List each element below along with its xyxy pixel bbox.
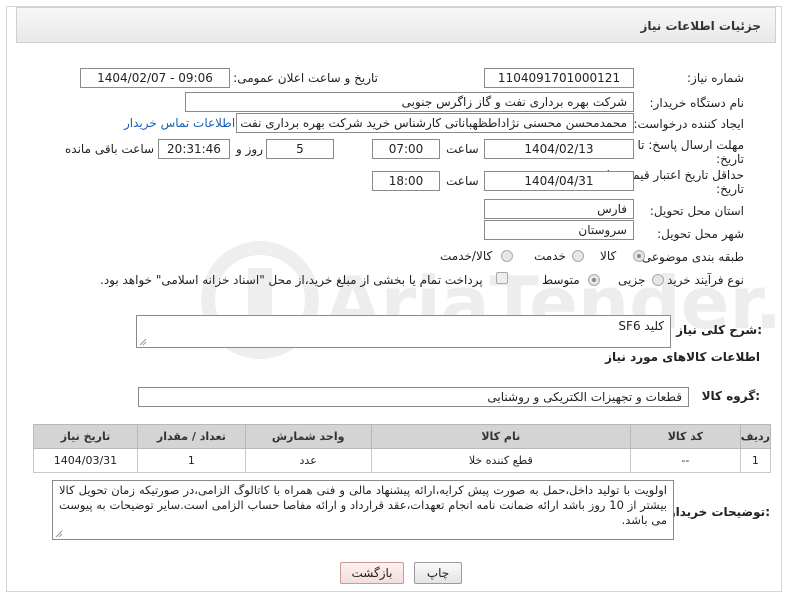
deadline-label: مهلت ارسال پاسخ: تا تاریخ: bbox=[637, 138, 744, 166]
validity-date-field[interactable]: 1404/04/31 bbox=[484, 171, 634, 191]
col-header-row: ردیف bbox=[739, 424, 772, 449]
col-header-unit: واحد شمارش bbox=[244, 424, 372, 449]
cell-name: قطع کننده خلا bbox=[370, 448, 632, 473]
goods-group-field[interactable]: قطعات و تجهیزات الکتریکی و روشنایی bbox=[138, 387, 689, 407]
category-option-service: خدمت bbox=[534, 249, 566, 263]
process-radio-minor[interactable] bbox=[652, 274, 664, 286]
goods-group-label: گروه کالا: bbox=[701, 389, 760, 403]
need-number-field[interactable]: 1104091701000121 bbox=[484, 68, 634, 88]
resize-grip-icon[interactable] bbox=[139, 338, 147, 346]
cell-code: -- bbox=[630, 448, 741, 473]
process-radio-medium[interactable] bbox=[588, 274, 600, 286]
city-label: شهر محل تحویل: bbox=[657, 227, 744, 241]
category-option-goods: کالا bbox=[600, 249, 617, 263]
announce-label: تاریخ و ساعت اعلان عمومی: bbox=[233, 71, 378, 85]
buyer-notes-label: توضیحات خریدار: bbox=[668, 505, 770, 519]
cell-row: 1 bbox=[739, 448, 772, 473]
resize-grip-icon[interactable] bbox=[55, 530, 63, 538]
col-header-qty: تعداد / مقدار bbox=[136, 424, 246, 449]
col-header-date: تاریخ نیاز bbox=[33, 424, 138, 449]
buyer-org-label: نام دستگاه خریدار: bbox=[649, 96, 745, 110]
validity-time-label: ساعت bbox=[446, 174, 479, 188]
category-radio-goods[interactable] bbox=[633, 250, 645, 262]
back-button[interactable]: بازگشت bbox=[340, 562, 404, 584]
category-radio-goods-service[interactable] bbox=[501, 250, 513, 262]
process-option-medium: متوسط bbox=[542, 273, 580, 287]
creator-field[interactable]: محمدمحسن محسنی نژاداطظهباناتی کارشناس خر… bbox=[236, 113, 634, 133]
goods-table-header-row: ردیف کد کالا نام کالا واحد شمارش تعداد /… bbox=[33, 424, 772, 449]
buyer-org-field[interactable]: شرکت بهره برداری نفت و گاز زاگرس جنوبی bbox=[185, 92, 634, 112]
remaining-label: ساعت باقی مانده bbox=[65, 142, 155, 156]
description-textarea[interactable]: کلید SF6 bbox=[136, 315, 671, 348]
col-header-name: نام کالا bbox=[370, 424, 632, 449]
payment-note: پرداخت تمام یا بخشی از مبلغ خرید،از محل … bbox=[100, 273, 483, 287]
cell-qty: 1 bbox=[136, 448, 246, 473]
remaining-time-field[interactable]: 20:31:46 bbox=[158, 139, 230, 159]
validity-time-field[interactable]: 18:00 bbox=[372, 171, 440, 191]
announce-datetime-field[interactable]: 1404/02/07 - 09:06 bbox=[80, 68, 230, 88]
buyer-notes-text: اولویت با تولید داخل،حمل به صورت پیش کرا… bbox=[59, 483, 667, 527]
category-label: طبقه بندی موضوعی: bbox=[637, 250, 744, 264]
buyer-notes-textarea[interactable]: اولویت با تولید داخل،حمل به صورت پیش کرا… bbox=[52, 480, 674, 540]
goods-table: ردیف کد کالا نام کالا واحد شمارش تعداد /… bbox=[33, 424, 772, 473]
process-label: نوع فرآیند خرید : bbox=[659, 273, 744, 287]
goods-section-title: اطلاعات کالاهای مورد نیاز bbox=[605, 350, 760, 364]
process-option-minor: جزیی bbox=[618, 273, 646, 287]
cell-unit: عدد bbox=[244, 448, 372, 473]
creator-label: ایجاد کننده درخواست: bbox=[633, 117, 744, 131]
province-field[interactable]: فارس bbox=[484, 199, 634, 219]
category-option-goods-service: کالا/خدمت bbox=[440, 249, 493, 263]
page-title: جزئیات اطلاعات نیاز bbox=[640, 19, 761, 33]
need-number-label: شماره نیاز: bbox=[687, 71, 744, 85]
col-header-code: کد کالا bbox=[630, 424, 741, 449]
print-button[interactable]: چاپ bbox=[414, 562, 462, 584]
deadline-time-field[interactable]: 07:00 bbox=[372, 139, 440, 159]
category-radio-service[interactable] bbox=[572, 250, 584, 262]
description-text: کلید SF6 bbox=[618, 319, 664, 333]
table-row: 1 -- قطع کننده خلا عدد 1 1404/03/31 bbox=[33, 448, 772, 473]
treasury-checkbox[interactable] bbox=[496, 272, 508, 284]
deadline-date-field[interactable]: 1404/02/13 bbox=[484, 139, 634, 159]
province-label: استان محل تحویل: bbox=[649, 204, 744, 218]
days-field[interactable]: 5 bbox=[266, 139, 334, 159]
contact-buyer-link[interactable]: اطلاعات تماس خریدار bbox=[124, 116, 235, 130]
description-label: شرح کلی نیاز: bbox=[676, 323, 762, 337]
days-label: روز و bbox=[236, 142, 263, 156]
city-field[interactable]: سروستان bbox=[484, 220, 634, 240]
cell-date: 1404/03/31 bbox=[33, 448, 138, 473]
page-header: جزئیات اطلاعات نیاز bbox=[16, 7, 776, 43]
deadline-time-label: ساعت bbox=[446, 142, 479, 156]
